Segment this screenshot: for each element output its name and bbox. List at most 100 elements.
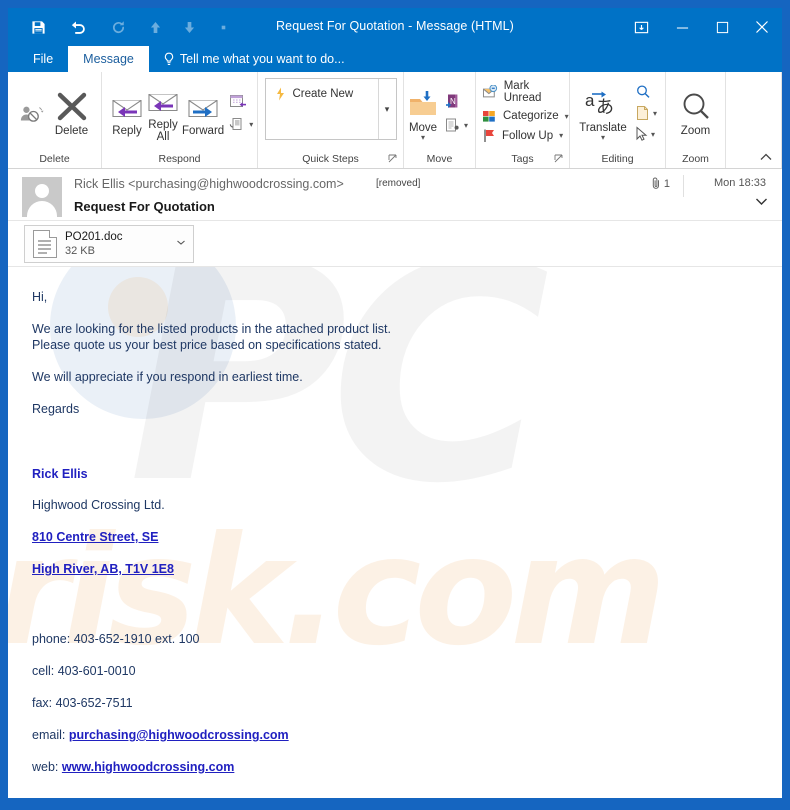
ribbon-tab-strip: File Message Tell me what you want to do… (8, 46, 782, 72)
maximize-icon[interactable] (702, 8, 742, 46)
ribbon-display-options-icon[interactable] (620, 8, 662, 46)
window-frame: Request For Quotation - Message (HTML) F… (0, 0, 790, 810)
select-button[interactable]: ▾ (635, 126, 657, 142)
tab-message[interactable]: Message (68, 46, 149, 72)
customize-quick-access-toolbar-icon[interactable] (206, 12, 240, 42)
signature-cell-row: cell: 403-601-0010 (32, 663, 782, 679)
contact-spacer (32, 593, 782, 631)
cursor-icon (636, 126, 648, 141)
lightning-icon (276, 87, 284, 101)
categorize-button[interactable]: Categorize ▾ (482, 109, 569, 123)
quick-steps-scroll[interactable]: ▾ (377, 79, 396, 139)
signature-phone-value: 403-652-1910 ext. 100 (73, 632, 200, 646)
signature-web-link[interactable]: www.highwoodcrossing.com (62, 760, 234, 774)
onenote-button[interactable]: N (444, 93, 468, 111)
svg-text:あ: あ (596, 97, 614, 118)
reply-all-button[interactable]: Reply All (146, 83, 180, 143)
ribbon-group-move-label: Move (426, 153, 453, 165)
ribbon-group-quick-steps-label: Quick Steps (258, 151, 403, 168)
ribbon-group-editing: a あ Translate ▾ ▾ ▾ Editing (570, 72, 666, 168)
delete-button-label: Delete (54, 125, 89, 137)
body-closing: Regards (32, 402, 80, 416)
document-icon (33, 230, 57, 258)
signature-fax-row: fax: 403-652-7511 (32, 695, 782, 711)
attachment-count: 1 (652, 177, 670, 190)
attachment-item[interactable]: PO201.doc 32 KB (24, 225, 194, 263)
junk-button[interactable] (15, 96, 49, 130)
forward-button[interactable]: Forward (182, 89, 224, 137)
body-paragraph-1-line-1: We are looking for the listed products i… (32, 322, 391, 336)
close-icon[interactable] (742, 8, 782, 46)
signature-fax-value: 403-652-7511 (55, 696, 133, 710)
follow-up-label: Follow Up (502, 129, 554, 142)
tell-me-search[interactable]: Tell me what you want to do... (149, 46, 345, 72)
find-button[interactable] (635, 84, 657, 100)
rules-actions-button[interactable]: ▾ (444, 117, 468, 134)
message-body-content: Hi, We are looking for the listed produc… (8, 267, 782, 775)
minimize-icon[interactable] (662, 8, 702, 46)
signature-phone-label: phone: (32, 632, 74, 646)
categorize-label: Categorize (503, 110, 559, 122)
svg-text:N: N (450, 97, 456, 106)
previous-item-icon (138, 12, 172, 42)
respond-small-buttons: ▾ (226, 93, 256, 133)
outlook-message-window: Request For Quotation - Message (HTML) F… (8, 8, 782, 798)
reply-all-button-label: Reply All (148, 119, 178, 143)
page-icon (637, 106, 648, 120)
ribbon-group-zoom: Zoom Zoom (666, 72, 726, 168)
quick-steps-dialog-launcher[interactable] (388, 154, 397, 163)
tags-dialog-launcher[interactable] (554, 154, 563, 163)
attachment-count-label: 1 (663, 177, 670, 190)
message-subject: Request For Quotation (74, 199, 215, 214)
signature-address-line-1[interactable]: 810 Centre Street, SE (32, 530, 158, 544)
avatar-head (35, 184, 49, 198)
quick-steps-gallery[interactable]: Create New ▾ (264, 78, 397, 140)
ribbon-group-zoom-label: Zoom (682, 153, 709, 165)
related-button[interactable]: ▾ (635, 105, 657, 121)
zoom-button-label: Zoom (680, 125, 711, 137)
sender-line[interactable]: Rick Ellis <purchasing@highwoodcrossing.… (74, 177, 344, 191)
flag-icon (484, 129, 494, 142)
mark-unread-button[interactable]: Mark Unread (482, 80, 569, 104)
message-date: Mon 18:33 (714, 177, 766, 189)
expand-header-chevron-icon[interactable] (755, 197, 768, 206)
follow-up-button[interactable]: Follow Up ▾ (482, 128, 569, 143)
ribbon-group-tags: Mark Unread Categorize ▾ Follow Up ▾ Tag… (476, 72, 570, 168)
categorize-icon (483, 111, 495, 122)
save-icon[interactable] (18, 12, 58, 42)
signature-cell-value: 403-601-0010 (57, 664, 136, 678)
ribbon-group-move: Move ▾ N ▾ Move (404, 72, 476, 168)
attachment-file-size: 32 KB (65, 245, 95, 257)
zoom-button[interactable]: Zoom (673, 89, 719, 137)
signature-address-line-2[interactable]: High River, AB, T1V 1E8 (32, 562, 174, 576)
redo-icon (98, 12, 138, 42)
collapse-ribbon-button[interactable] (758, 151, 774, 167)
next-item-icon (172, 12, 206, 42)
tab-file[interactable]: File (18, 46, 68, 72)
header-divider (683, 175, 684, 197)
translate-button[interactable]: a あ Translate ▾ (578, 86, 628, 142)
quick-step-create-new[interactable]: Create New (266, 79, 353, 101)
mark-unread-label: Mark Unread (503, 80, 542, 104)
body-paragraph-1-line-2: Please quote us your best price based on… (32, 338, 382, 352)
avatar (22, 177, 62, 217)
ribbon: Delete Delete Reply Reply All Forward ▾ … (8, 72, 782, 169)
reply-button[interactable]: Reply (110, 89, 144, 137)
signature-email-link[interactable]: purchasing@highwoodcrossing.com (69, 728, 289, 742)
delete-button[interactable]: Delete (49, 89, 95, 137)
quick-access-toolbar (18, 8, 240, 46)
ribbon-group-respond: Reply Reply All Forward ▾ Respond (102, 72, 258, 168)
move-button[interactable]: Move ▾ (406, 86, 440, 141)
attachment-dropdown-icon[interactable] (177, 240, 185, 245)
zoom-icon (683, 93, 709, 119)
more-respond-button[interactable]: ▾ (229, 116, 253, 133)
body-paragraph-2: We will appreciate if you respond in ear… (32, 370, 303, 384)
signature-company: Highwood Crossing Ltd. (32, 498, 165, 512)
body-greeting: Hi, (32, 290, 48, 304)
signature-cell-label: cell: (32, 664, 58, 678)
paperclip-icon (652, 177, 659, 189)
undo-icon[interactable] (58, 12, 98, 42)
tags-buttons: Mark Unread Categorize ▾ Follow Up ▾ (476, 80, 569, 143)
meeting-button[interactable] (229, 93, 253, 110)
attachment-file-name: PO201.doc (65, 231, 123, 243)
